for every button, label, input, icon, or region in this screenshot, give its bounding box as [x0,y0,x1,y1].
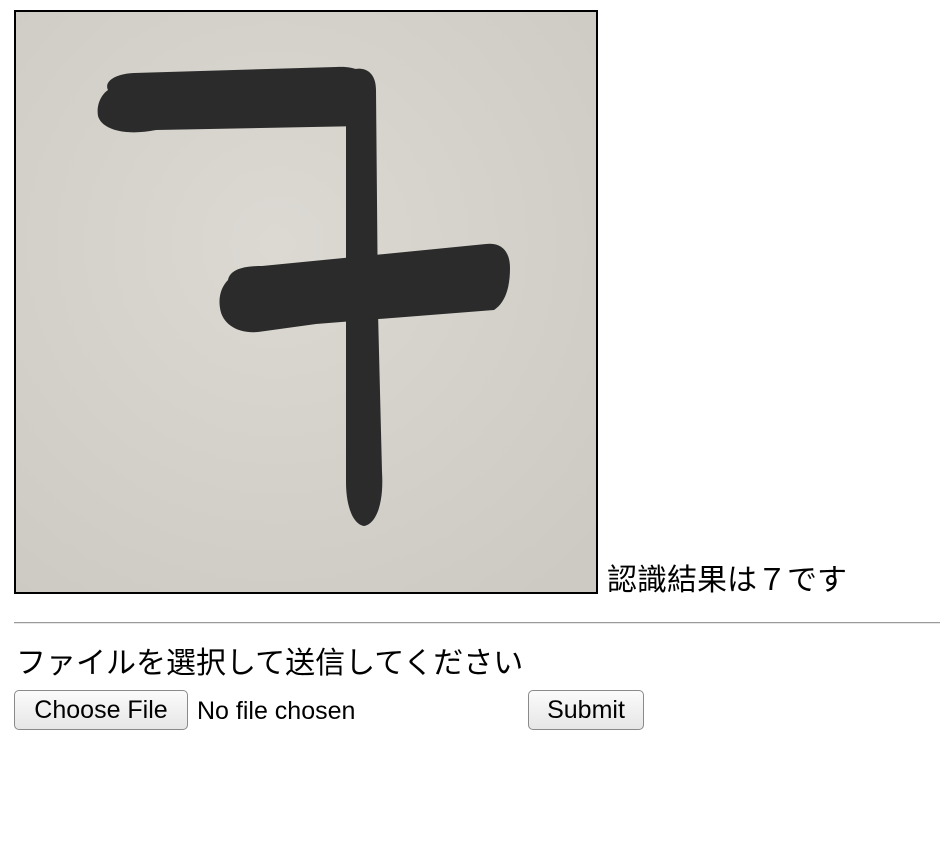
upload-instruction: ファイルを選択して送信してください [16,646,524,681]
recognition-result: 認識結果は７です [607,563,847,598]
choose-file-button[interactable]: Choose File [14,690,188,730]
horizontal-divider [14,622,940,624]
file-status-label: No file chosen [197,697,356,725]
uploaded-digit-image [14,10,598,594]
handwritten-seven-image [16,12,596,592]
submit-button[interactable]: Submit [528,690,644,730]
